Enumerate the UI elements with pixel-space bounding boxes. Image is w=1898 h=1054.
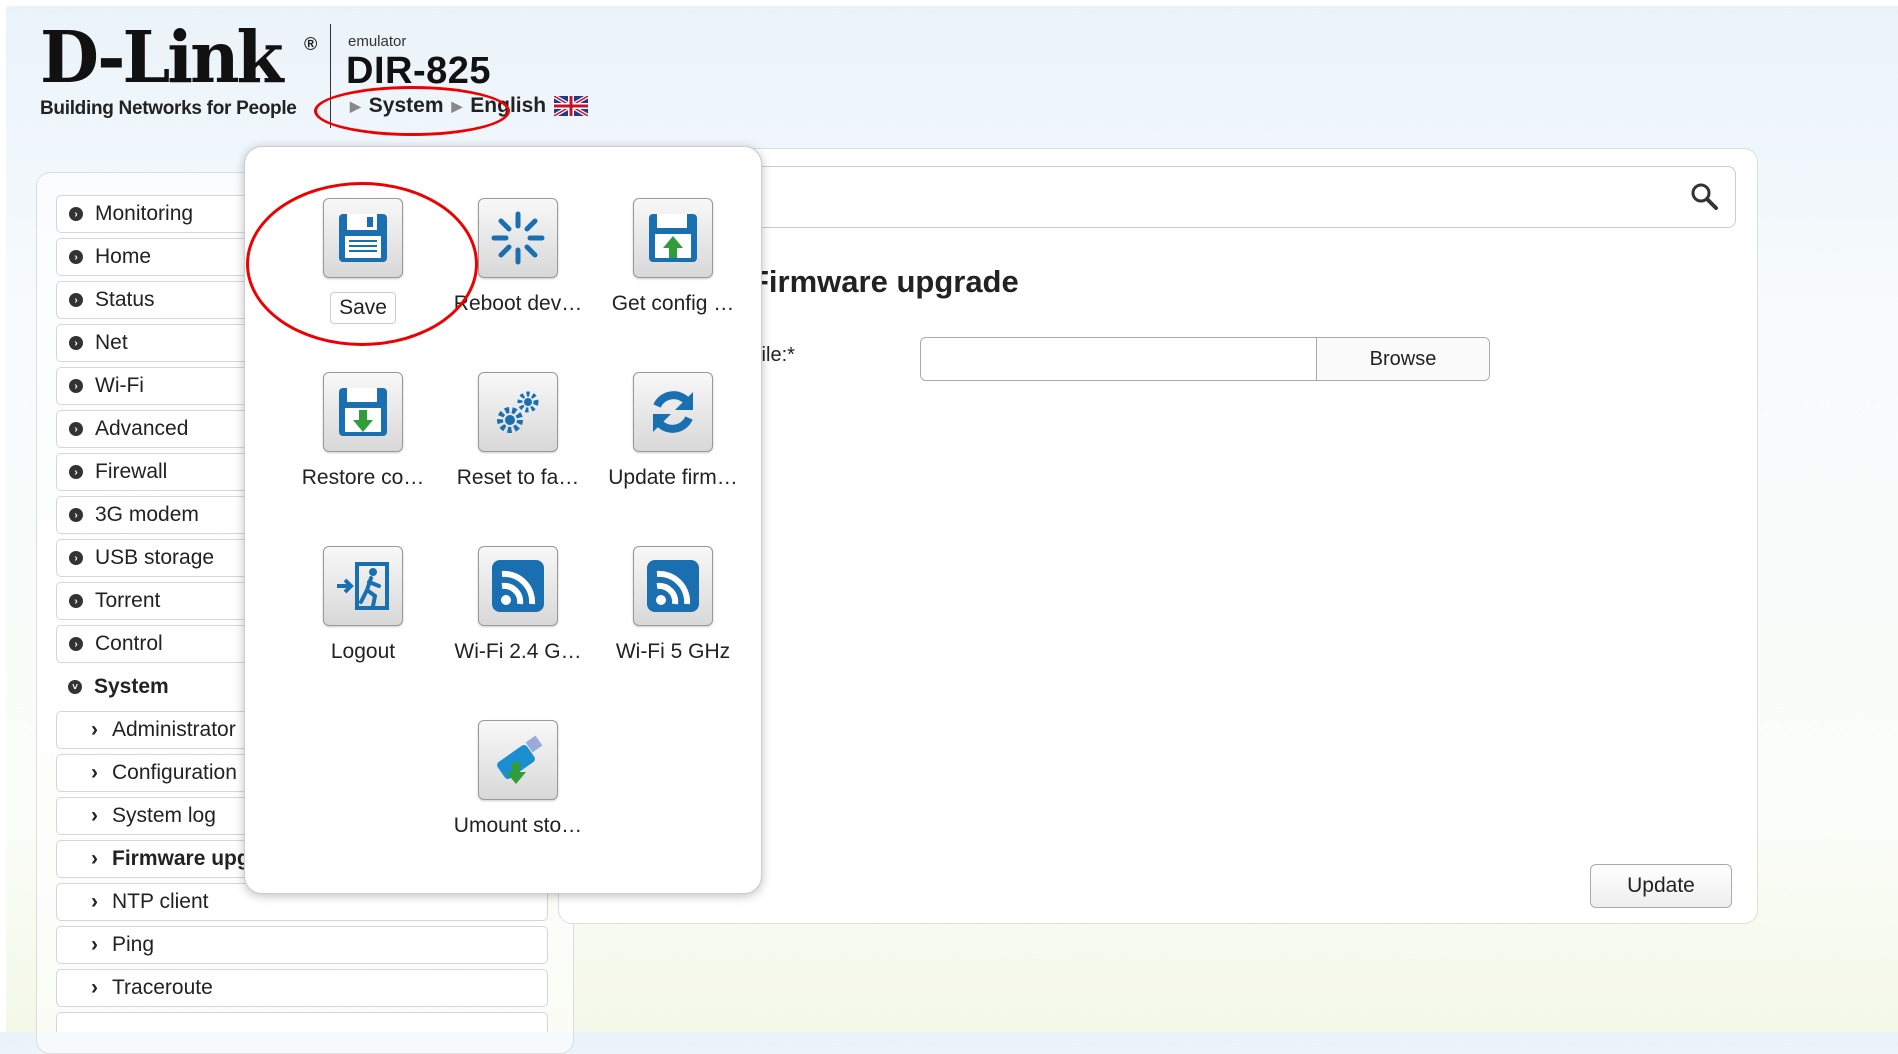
brand-name: D-Link — [40, 16, 284, 101]
chevron-right-icon: › — [69, 508, 83, 522]
floppy-upload-icon — [633, 198, 713, 278]
chevron-right-icon: › — [69, 594, 83, 608]
usb-unmount-icon — [478, 720, 558, 800]
tile-logout[interactable]: Logout — [288, 546, 438, 696]
tile-label: Reset to fa… — [456, 466, 580, 489]
reboot-spinner-icon — [478, 198, 558, 278]
tile-label: Get config … — [611, 292, 735, 315]
tile-label: Umount sto… — [453, 814, 583, 837]
refresh-icon — [633, 372, 713, 452]
update-button[interactable]: Update — [1590, 864, 1732, 908]
breadcrumb-callout-circle — [314, 86, 510, 136]
caret-right-icon: › — [91, 761, 98, 784]
chevron-right-icon: › — [69, 379, 83, 393]
tile-wifi-2-4[interactable]: Wi-Fi 2.4 G… — [443, 546, 593, 696]
chevron-right-icon: › — [69, 207, 83, 221]
caret-right-icon: › — [91, 804, 98, 827]
chevron-right-icon: › — [69, 637, 83, 651]
firmware-file-field[interactable]: Browse — [920, 337, 1490, 381]
tile-label: Logout — [330, 640, 396, 663]
tile-label: Wi-Fi 2.4 G… — [454, 640, 582, 663]
caret-right-icon: › — [91, 718, 98, 741]
chevron-right-icon: › — [69, 465, 83, 479]
chevron-right-icon: › — [69, 336, 83, 350]
chevron-right-icon: › — [69, 250, 83, 264]
chevron-right-icon: › — [69, 293, 83, 307]
tile-label: Restore co… — [301, 466, 425, 489]
sidebar-subitem-partial — [56, 1012, 548, 1032]
tile-wifi-5[interactable]: Wi-Fi 5 GHz — [598, 546, 748, 696]
chevron-down-icon: ˅ — [68, 680, 82, 694]
emulator-label: emulator — [348, 33, 407, 50]
tile-get-config[interactable]: Get config … — [598, 198, 748, 348]
wifi-icon — [633, 546, 713, 626]
tile-umount-storage[interactable]: Umount sto… — [443, 720, 593, 870]
tile-label: Wi-Fi 5 GHz — [615, 640, 731, 663]
search-icon[interactable] — [1689, 181, 1719, 211]
chevron-right-icon: › — [69, 551, 83, 565]
file-path-input[interactable] — [921, 338, 1316, 380]
floppy-download-icon — [323, 372, 403, 452]
tile-update-firmware[interactable]: Update firm… — [598, 372, 748, 522]
tile-reset-factory[interactable]: Reset to fa… — [443, 372, 593, 522]
gears-icon — [478, 372, 558, 452]
page-title: Firmware upgrade — [750, 264, 1019, 299]
uk-flag-icon[interactable] — [554, 96, 589, 116]
chevron-right-icon: › — [69, 422, 83, 436]
dlink-logo: D-Link ® Building Networks for People — [40, 16, 317, 119]
sidebar-subitem-ping[interactable]: › Ping — [56, 926, 548, 964]
wifi-icon — [478, 546, 558, 626]
brand-tagline: Building Networks for People — [40, 98, 297, 119]
caret-right-icon: › — [91, 847, 98, 870]
save-callout-circle — [246, 182, 478, 346]
sidebar-subitem-traceroute[interactable]: › Traceroute — [56, 969, 548, 1007]
tile-restore-config[interactable]: Restore co… — [288, 372, 438, 522]
tile-label: Update firm… — [608, 466, 738, 489]
tile-label: Reboot dev… — [453, 292, 583, 315]
caret-right-icon: › — [91, 976, 98, 999]
caret-right-icon: › — [91, 933, 98, 956]
registered-mark: ® — [304, 34, 318, 54]
exit-icon — [323, 546, 403, 626]
browse-button[interactable]: Browse — [1316, 338, 1489, 380]
caret-right-icon: › — [91, 890, 98, 913]
